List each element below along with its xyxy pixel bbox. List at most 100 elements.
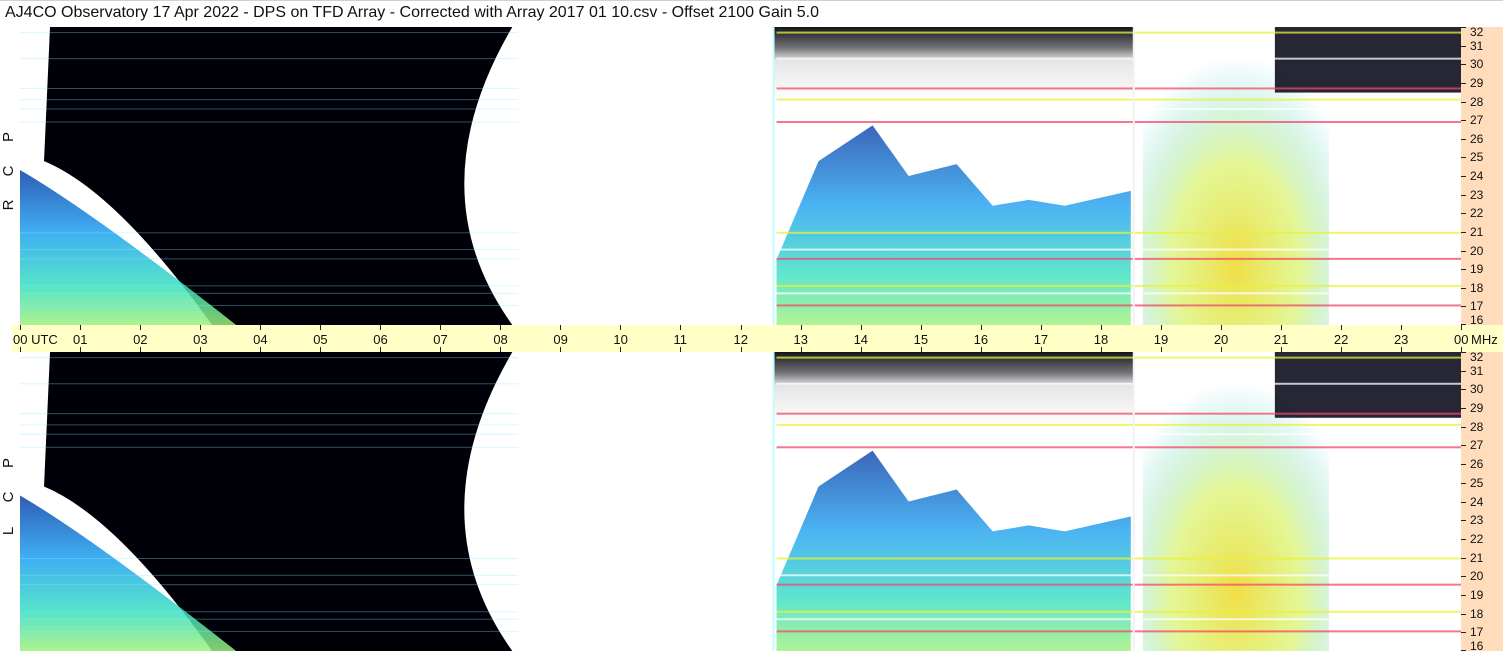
- frequency-tick-label: 26: [1470, 131, 1484, 146]
- frequency-tick: [1461, 176, 1466, 177]
- time-tick-label: 03: [193, 332, 208, 347]
- interference-band: [776, 610, 1461, 613]
- time-tick: [140, 325, 142, 330]
- interference-band: [776, 382, 1461, 385]
- time-tick: [980, 325, 982, 330]
- time-tick-label: 04: [253, 332, 268, 347]
- vertical-marker-line: [772, 27, 775, 325]
- interference-band: [20, 258, 519, 260]
- interference-band: [20, 121, 519, 123]
- frequency-tick-label: 24: [1470, 494, 1484, 509]
- frequency-tick-label: 32: [1470, 350, 1484, 364]
- frequency-axis-rcp: 16 17 18 19 20 21 22 23 24 25 26 27 28 29 30 31 32: [1461, 25, 1503, 326]
- spectrogram-rcp: [20, 27, 1461, 325]
- frequency-tick: [1461, 482, 1466, 484]
- frequency-tick-label: 18: [1470, 280, 1484, 295]
- interference-band: [20, 357, 519, 359]
- interference-band: [776, 574, 1461, 577]
- time-tick: [800, 325, 802, 330]
- time-tick-label: 18: [1093, 332, 1109, 347]
- time-tick-label: 16: [973, 332, 989, 347]
- interference-band: [20, 32, 519, 34]
- interference-band: [20, 292, 519, 294]
- frequency-tick-label: 28: [1470, 94, 1484, 109]
- frequency-tick-label: 17: [1470, 625, 1484, 640]
- interference-band: [776, 231, 1461, 234]
- time-tick-label: 22: [1333, 332, 1349, 347]
- time-tick: [620, 325, 622, 330]
- time-axis: 00 UTC 01 02 03 04 05 06 07 08 09 10 11 12 13 14 15 16 17…: [12, 325, 1503, 352]
- interference-band: [776, 57, 1461, 60]
- interference-band: [776, 446, 1461, 449]
- vertical-marker-line: [772, 352, 775, 651]
- frequency-tick-label: 30: [1470, 57, 1484, 72]
- time-tick-label: 15: [913, 332, 929, 347]
- interference-band: [20, 87, 519, 89]
- interference-band: [20, 383, 519, 385]
- interference-band: [776, 120, 1461, 123]
- time-tick: [260, 325, 262, 330]
- vertical-marker-line: [1132, 27, 1135, 325]
- time-tick: [1160, 325, 1162, 330]
- frequency-tick: [1461, 45, 1466, 47]
- frequency-tick-label: 31: [1470, 38, 1484, 53]
- time-tick-label: 05: [313, 332, 328, 347]
- frequency-tick: [1461, 120, 1466, 122]
- frequency-tick: [1461, 426, 1466, 428]
- time-tick: [200, 325, 202, 330]
- time-tick: [1340, 325, 1342, 330]
- interference-band: [20, 557, 519, 559]
- frequency-tick: [1461, 389, 1466, 391]
- frequency-tick-label: 22: [1470, 206, 1484, 221]
- frequency-tick-label: 23: [1470, 187, 1484, 202]
- time-tick: [1100, 325, 1102, 330]
- afternoon-top-shade: [773, 27, 1134, 102]
- interference-band: [776, 107, 1461, 110]
- evening-top-dark: [1274, 27, 1461, 93]
- frequency-tick-label: 32: [1470, 25, 1484, 39]
- frequency-tick-label: 29: [1470, 401, 1484, 416]
- interference-band: [776, 257, 1461, 260]
- interference-band: [776, 31, 1461, 34]
- time-tick: [440, 325, 442, 330]
- frequency-tick: [1461, 287, 1466, 289]
- interference-band: [776, 557, 1461, 560]
- interference-band: [776, 412, 1461, 415]
- time-tick-label: 10: [613, 332, 628, 347]
- time-tick: [920, 325, 922, 330]
- time-tick-label: 02: [133, 332, 148, 347]
- frequency-tick: [1461, 538, 1466, 540]
- frequency-tick: [1461, 464, 1466, 466]
- frequency-tick-label: 27: [1470, 438, 1484, 453]
- frequency-tick: [1461, 594, 1466, 596]
- interference-band: [20, 424, 519, 426]
- interference-band: [20, 618, 519, 620]
- frequency-tick: [1461, 250, 1466, 252]
- spectrogram-lcp-plot: [20, 352, 1461, 651]
- interference-band: [20, 611, 519, 613]
- interference-band: [776, 583, 1461, 586]
- frequency-tick: [1461, 306, 1466, 308]
- time-tick: [1461, 325, 1462, 330]
- frequency-tick-label: 24: [1470, 169, 1484, 183]
- interference-band: [776, 292, 1461, 295]
- time-tick-label: 08: [493, 332, 508, 347]
- time-tick-label: 20: [1213, 332, 1229, 347]
- polarization-label-rcp: P C R: [0, 120, 18, 222]
- time-tick-label: 19: [1153, 332, 1169, 347]
- time-tick: [1280, 325, 1282, 330]
- polarization-label-lcp: P C L: [0, 446, 18, 548]
- interference-band: [776, 98, 1461, 101]
- interference-band: [20, 584, 519, 586]
- interference-band: [776, 284, 1461, 287]
- time-tick-label: 17: [1033, 332, 1049, 347]
- frequency-tick-label: 22: [1470, 531, 1484, 546]
- frequency-tick-label: 21: [1470, 550, 1484, 565]
- spectrogram-rcp-plot: [20, 27, 1461, 325]
- frequency-tick-label: 21: [1470, 224, 1484, 239]
- interference-band: [776, 618, 1461, 621]
- interference-band: [20, 99, 519, 101]
- time-tick-label: 14: [853, 332, 869, 347]
- time-tick: [1220, 325, 1222, 330]
- interference-band: [20, 285, 519, 287]
